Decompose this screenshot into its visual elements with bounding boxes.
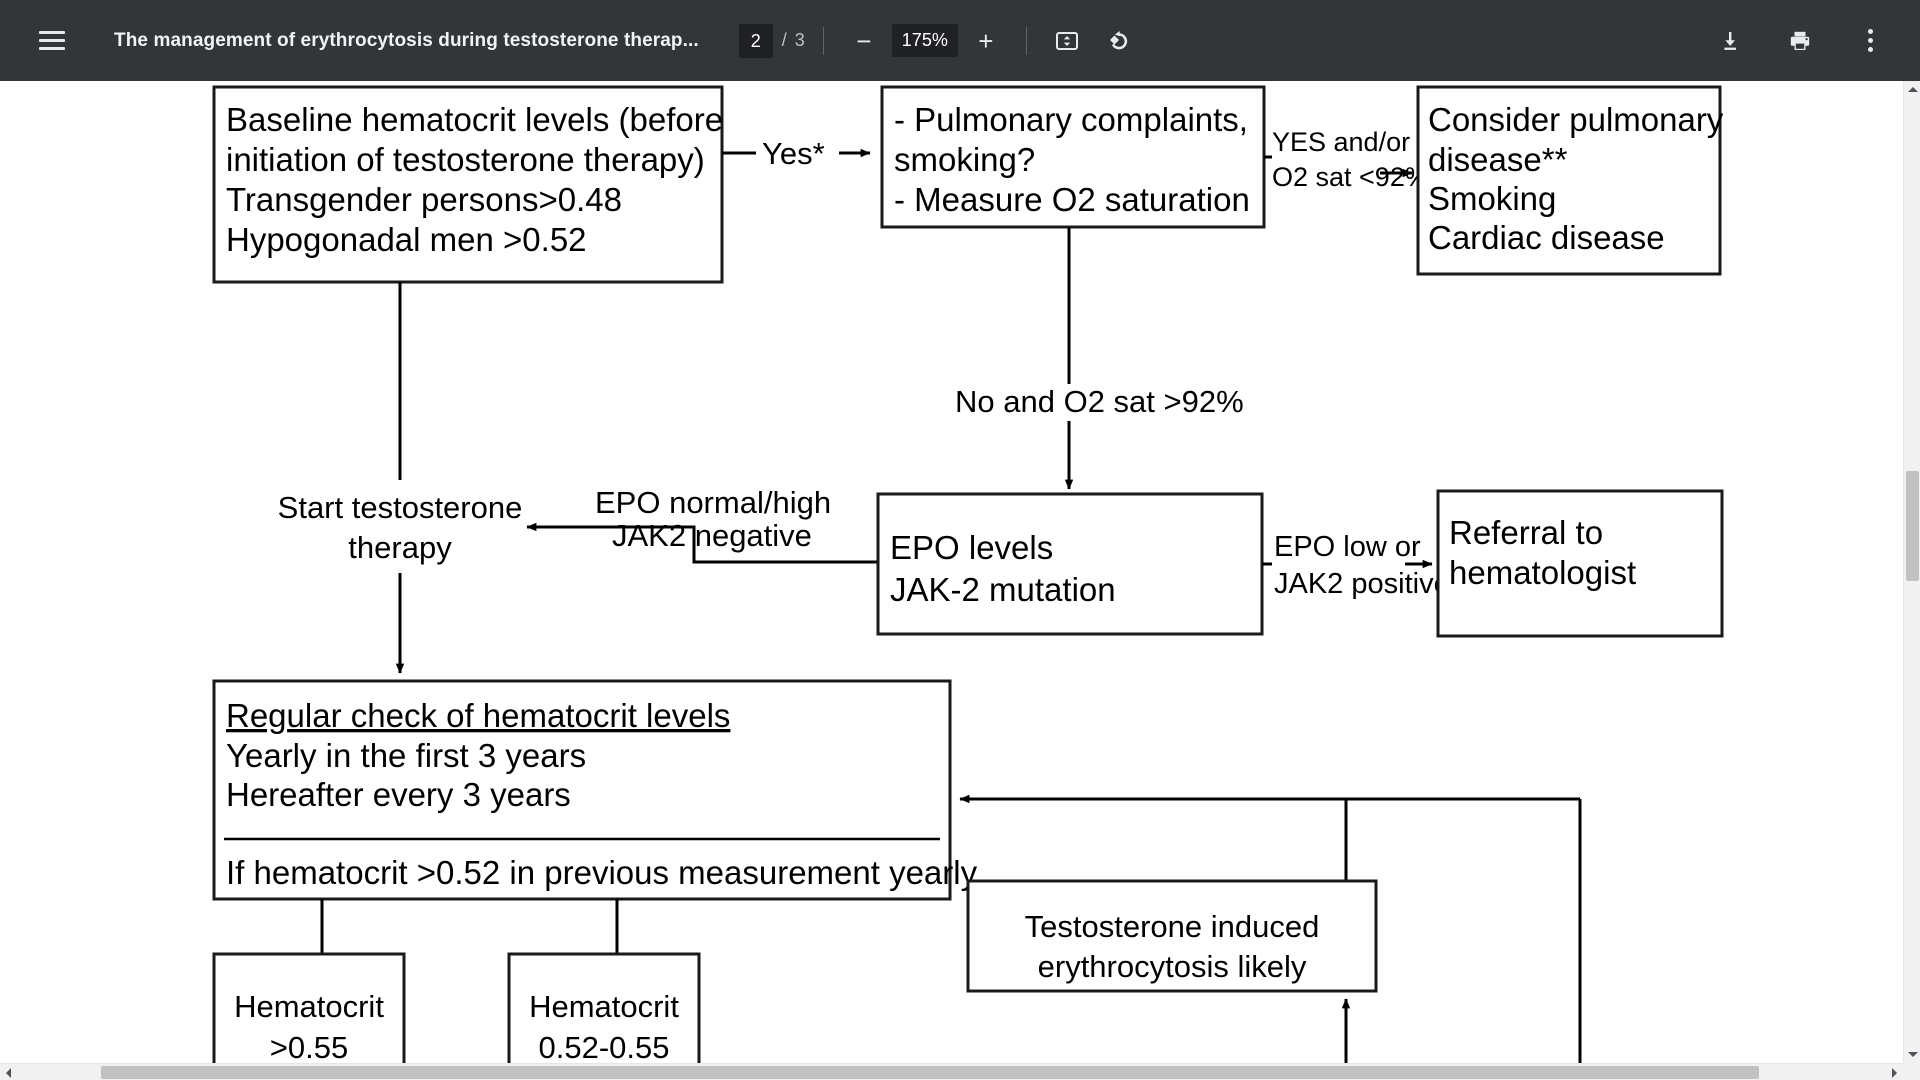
edge-label-epo-low-2: JAK2 positive	[1274, 568, 1450, 600]
edge-label-epo-low-1: EPO low or	[1274, 531, 1421, 563]
baseline-line-2: initiation of testosterone therapy)	[226, 141, 705, 178]
zoom-level-display[interactable]: 175%	[891, 24, 958, 57]
erythrocytosis-management-flowchart: Baseline hematocrit levels (before initi…	[212, 85, 1724, 1080]
consider-line-4: Cardiac disease	[1428, 219, 1665, 256]
page-number-input[interactable]	[738, 23, 773, 58]
pdf-page-viewport[interactable]: Baseline hematocrit levels (before initi…	[0, 81, 1920, 1080]
edge-label-yes-andor-2: O2 sat <92%	[1272, 162, 1429, 192]
text-start-testosterone-therapy: Start testosterone therapy	[278, 490, 523, 565]
edge-label-epo-normal-2: JAK2 negative	[612, 518, 812, 553]
consider-line-3: Smoking	[1428, 180, 1556, 217]
page-indicator: / 3	[738, 23, 805, 58]
plus-icon: +	[978, 25, 994, 56]
hct-high-line-1: Hematocrit	[234, 989, 384, 1024]
chevron-down-icon	[1907, 1052, 1918, 1057]
edge-label-yes: Yes*	[762, 136, 825, 171]
baseline-line-4: Hypogonadal men >0.52	[226, 221, 587, 258]
baseline-line-3: Transgender persons>0.48	[226, 181, 622, 218]
box-hematocrit-mid: Hematocrit 0.52-0.55	[507, 952, 701, 1080]
referral-line-2: hematologist	[1449, 554, 1636, 591]
scrollbar-corner	[1903, 1063, 1920, 1080]
toolbar-right-actions	[1682, 19, 1892, 63]
zoom-out-button[interactable]: −	[842, 19, 886, 63]
horizontal-scrollbar-thumb[interactable]	[101, 1066, 1759, 1079]
horizontal-scrollbar[interactable]	[0, 1063, 1903, 1080]
page-separator: /	[781, 30, 787, 50]
testosterone-induced-line-2: erythrocytosis likely	[1038, 949, 1307, 984]
edge-epo-low: EPO low or JAK2 positive	[1262, 531, 1450, 600]
edge-label-no-and-o2: No and O2 sat >92%	[955, 384, 1244, 419]
box-baseline-hematocrit: Baseline hematocrit levels (before initi…	[212, 85, 724, 284]
pulmonary-line-2: smoking?	[894, 141, 1035, 178]
epo-line-2: JAK-2 mutation	[890, 571, 1116, 608]
rotate-button[interactable]	[1097, 19, 1141, 63]
chevron-up-icon	[1907, 87, 1918, 92]
box-consider-pulmonary: Consider pulmonary disease** Smoking Car…	[1416, 85, 1724, 276]
edge-no-and-o2: No and O2 sat >92%	[955, 227, 1244, 490]
scroll-left-button[interactable]	[0, 1064, 17, 1080]
regular-check-line-1: Yearly in the first 3 years	[226, 737, 586, 774]
pdf-page-2: Baseline hematocrit levels (before initi…	[0, 81, 1890, 1080]
more-options-icon	[1867, 29, 1873, 52]
chevron-left-icon	[6, 1067, 11, 1078]
testosterone-induced-line-1: Testosterone induced	[1025, 909, 1320, 944]
edge-yes: Yes*	[722, 136, 871, 171]
regular-check-footer: If hematocrit >0.52 in previous measurem…	[226, 854, 978, 891]
more-options-button[interactable]	[1848, 19, 1892, 63]
box-pulmonary-check: - Pulmonary complaints, smoking? - Measu…	[880, 85, 1266, 229]
baseline-line-1: Baseline hematocrit levels (before	[226, 101, 723, 138]
scroll-up-button[interactable]	[1904, 81, 1920, 98]
hamburger-menu-button[interactable]	[26, 15, 78, 67]
download-icon	[1724, 31, 1736, 50]
fit-to-page-button[interactable]	[1045, 19, 1089, 63]
document-title: The management of erythrocytosis during …	[114, 29, 699, 51]
consider-line-1: Consider pulmonary	[1428, 101, 1724, 138]
print-button[interactable]	[1778, 19, 1822, 63]
box-epo-levels: EPO levels JAK-2 mutation	[876, 492, 1264, 636]
hct-mid-line-1: Hematocrit	[529, 989, 679, 1024]
box-referral-hematologist: Referral to hematologist	[1436, 489, 1724, 638]
pulmonary-line-3: - Measure O2 saturation	[894, 181, 1250, 218]
box-hematocrit-high: Hematocrit >0.55	[212, 952, 406, 1080]
toolbar-divider-1	[822, 26, 824, 55]
fit-to-page-icon	[1055, 31, 1078, 50]
edge-label-yes-andor-1: YES and/or	[1272, 127, 1410, 157]
referral-line-1: Referral to	[1449, 514, 1603, 551]
pdf-viewer-toolbar: The management of erythrocytosis during …	[0, 0, 1920, 81]
regular-check-heading: Regular check of hematocrit levels	[226, 697, 730, 734]
print-icon	[1790, 31, 1810, 50]
scroll-right-button[interactable]	[1886, 1064, 1903, 1080]
hct-high-line-2: >0.55	[270, 1030, 348, 1065]
download-button[interactable]	[1708, 19, 1752, 63]
zoom-in-button[interactable]: +	[964, 19, 1008, 63]
page-total: 3	[794, 30, 805, 50]
start-therapy-line-2: therapy	[348, 530, 452, 565]
scroll-down-button[interactable]	[1904, 1046, 1920, 1063]
pulmonary-line-1: - Pulmonary complaints,	[894, 101, 1248, 138]
hct-mid-line-2: 0.52-0.55	[539, 1030, 670, 1065]
box-regular-check: Regular check of hematocrit levels Yearl…	[212, 679, 978, 901]
edge-regular-to-hct	[320, 899, 619, 954]
consider-line-2: disease**	[1428, 141, 1568, 178]
vertical-scrollbar[interactable]	[1903, 81, 1920, 1063]
minus-icon: −	[856, 25, 872, 56]
zoom-controls: − 175% +	[842, 19, 1008, 63]
chevron-right-icon	[1892, 1067, 1897, 1078]
hamburger-menu-icon	[39, 31, 65, 50]
start-therapy-line-1: Start testosterone	[278, 490, 523, 525]
edge-label-epo-normal-1: EPO normal/high	[595, 485, 831, 520]
edge-epo-normal: EPO normal/high JAK2 negative	[526, 485, 877, 564]
rotate-counterclockwise-icon	[1109, 30, 1127, 49]
toolbar-divider-2	[1025, 26, 1027, 55]
box-testosterone-induced: Testosterone induced erythrocytosis like…	[966, 879, 1378, 993]
epo-line-1: EPO levels	[890, 529, 1053, 566]
edge-yes-and-or: YES and/or O2 sat <92%	[1264, 127, 1429, 192]
vertical-scrollbar-thumb[interactable]	[1906, 471, 1919, 581]
regular-check-line-2: Hereafter every 3 years	[226, 776, 571, 813]
